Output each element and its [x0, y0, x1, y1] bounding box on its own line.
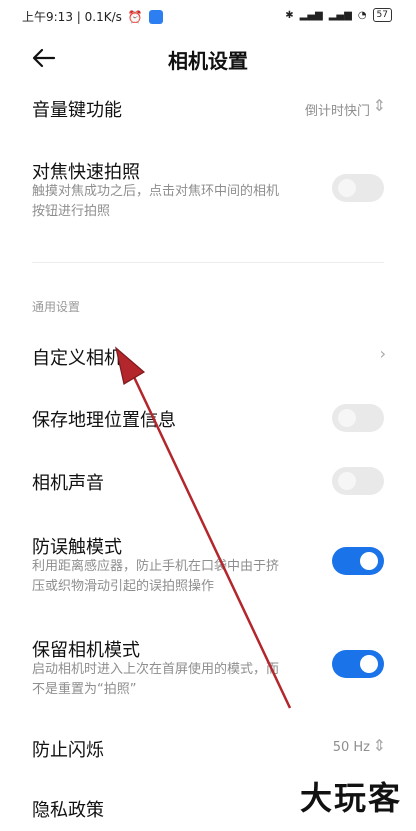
- status-time: 上午9:13 | 0.1K/s: [22, 10, 122, 24]
- anti-touch-label: 防误触模式: [32, 537, 122, 558]
- updown-chevron-icon: ⇕: [372, 96, 386, 115]
- keep-mode-label: 保留相机模式: [32, 640, 140, 661]
- anti-touch-desc-2: 压或织物滑动引起的误拍照操作: [32, 579, 215, 594]
- setting-keep-mode: 保留相机模式 启动相机时进入上次在首屏使用的模式，而 不是重置为“拍照”: [0, 630, 416, 710]
- anti-flicker-label: 防止闪烁: [32, 740, 104, 761]
- camera-sound-toggle[interactable]: [332, 467, 384, 495]
- focus-shoot-desc-1: 触摸对焦成功之后，点击对焦环中间的相机: [32, 184, 280, 199]
- save-location-label: 保存地理位置信息: [32, 410, 176, 431]
- setting-anti-touch: 防误触模式 利用距离感应器，防止手机在口袋中由于挤 压或织物滑动引起的误拍照操作: [0, 525, 416, 605]
- anti-touch-toggle[interactable]: [332, 547, 384, 575]
- status-bar: 上午9:13 | 0.1K/s ⏰ ✱ ▂▄▆ ▂▄▆ ◔ 57: [0, 0, 416, 34]
- setting-save-location: 保存地理位置信息: [0, 400, 416, 440]
- save-location-toggle[interactable]: [332, 404, 384, 432]
- anti-flicker-value: 50 Hz: [332, 740, 370, 755]
- bluetooth-icon: ✱: [285, 9, 294, 21]
- toggle-knob: [360, 655, 378, 673]
- toggle-knob: [338, 409, 356, 427]
- updown-chevron-icon: ⇕: [372, 736, 386, 755]
- setting-camera-sound: 相机声音: [0, 463, 416, 503]
- app-notification-icon: [148, 9, 163, 24]
- toggle-knob: [338, 472, 356, 490]
- setting-volume-key[interactable]: 音量键功能 倒计时快门 ⇕: [0, 88, 416, 128]
- setting-focus-shoot: 对焦快速拍照 触摸对焦成功之后，点击对焦环中间的相机 按钮进行拍照: [0, 150, 416, 230]
- wifi-icon: ◔: [357, 9, 367, 21]
- camera-sound-label: 相机声音: [32, 473, 104, 494]
- focus-shoot-desc-2: 按钮进行拍照: [32, 204, 111, 219]
- signal-icon: ▂▄▆: [299, 9, 323, 21]
- privacy-label: 隐私政策: [32, 800, 104, 821]
- focus-shoot-label: 对焦快速拍照: [32, 162, 140, 183]
- volume-key-value: 倒计时快门: [304, 104, 370, 119]
- toggle-knob: [338, 179, 356, 197]
- keep-mode-desc-2: 不是重置为“拍照”: [32, 682, 137, 697]
- signal-2-icon: ▂▄▆: [328, 9, 352, 21]
- toggle-knob: [360, 552, 378, 570]
- custom-camera-label: 自定义相机: [32, 348, 122, 369]
- section-general-title: 通用设置: [32, 300, 81, 314]
- divider: [32, 262, 384, 263]
- volume-key-label: 音量键功能: [32, 100, 122, 121]
- anti-touch-desc-1: 利用距离感应器，防止手机在口袋中由于挤: [32, 559, 280, 574]
- watermark-text: 大玩客: [299, 779, 402, 817]
- app-header: 相机设置: [0, 34, 416, 82]
- page-title: 相机设置: [168, 49, 248, 73]
- setting-anti-flicker[interactable]: 防止闪烁 50 Hz ⇕: [0, 730, 416, 770]
- battery-icon: 57: [372, 8, 392, 22]
- alarm-icon: ⏰: [127, 9, 143, 24]
- focus-shoot-toggle[interactable]: [332, 174, 384, 202]
- setting-custom-camera[interactable]: 自定义相机 ›: [0, 338, 416, 378]
- status-left: 上午9:13 | 0.1K/s ⏰: [22, 8, 163, 25]
- chevron-right-icon: ›: [379, 344, 386, 363]
- status-right: ✱ ▂▄▆ ▂▄▆ ◔ 57: [285, 8, 392, 22]
- keep-mode-desc-1: 启动相机时进入上次在首屏使用的模式，而: [32, 662, 280, 677]
- keep-mode-toggle[interactable]: [332, 650, 384, 678]
